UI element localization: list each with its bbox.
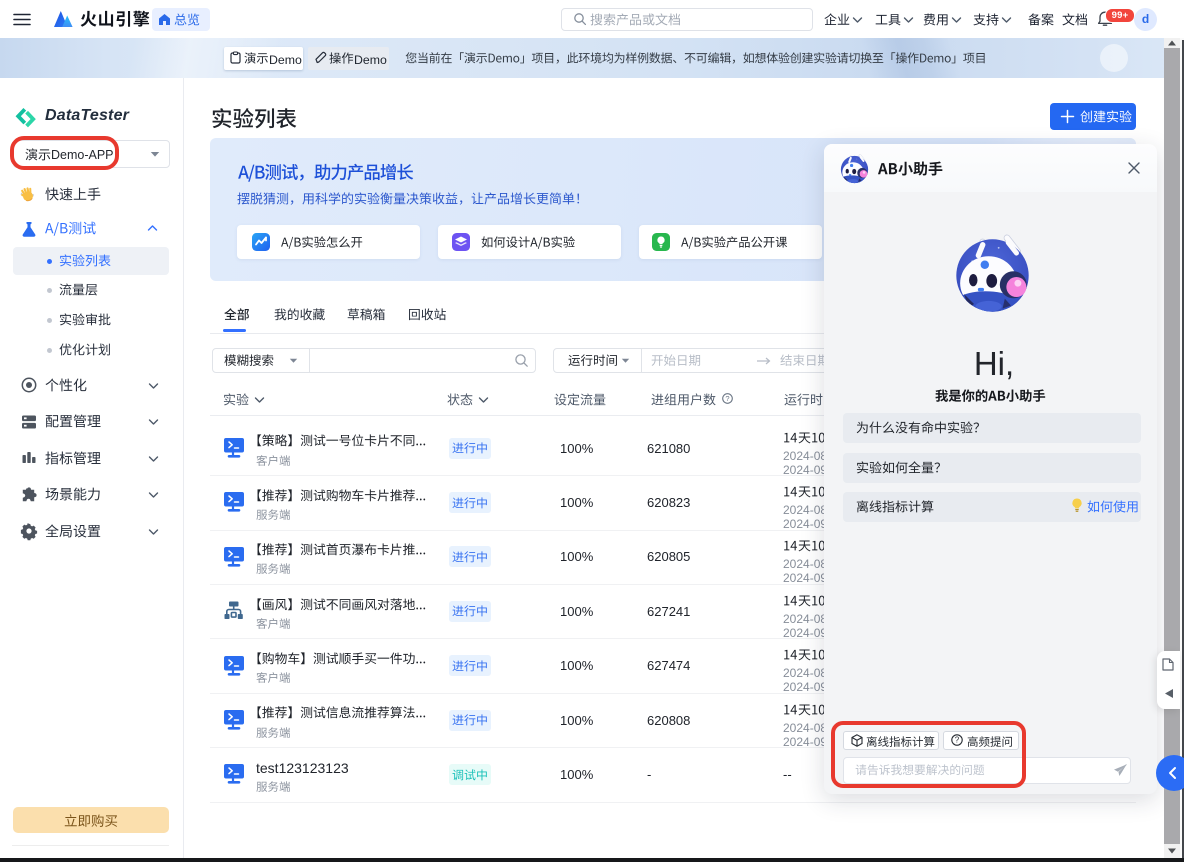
svg-text:?: ? xyxy=(725,394,729,403)
